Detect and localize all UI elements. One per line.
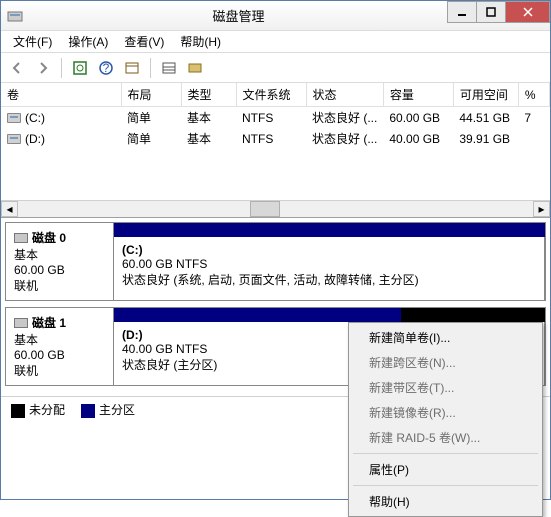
- list-view-icon[interactable]: [159, 58, 179, 78]
- menu-action[interactable]: 操作(A): [60, 31, 116, 52]
- disk-info: 磁盘 0基本60.00 GB联机: [6, 223, 114, 300]
- maximize-button[interactable]: [476, 1, 506, 23]
- scroll-right-button[interactable]: ▸: [533, 201, 550, 217]
- svg-text:?: ?: [103, 61, 110, 75]
- column-header-row: 卷 布局 类型 文件系统 状态 容量 可用空间 %: [1, 83, 550, 107]
- menu-bar: 文件(F) 操作(A) 查看(V) 帮助(H): [1, 31, 550, 53]
- disk-icon: [14, 318, 28, 328]
- close-button[interactable]: [505, 1, 550, 23]
- volume-row[interactable]: (C:)简单基本NTFS状态良好 (...60.00 GB44.51 GB7: [1, 107, 550, 129]
- menu-help[interactable]: 帮助(H): [172, 31, 229, 52]
- menu-item[interactable]: 新建简单卷(I)...: [351, 325, 540, 350]
- forward-button[interactable]: [33, 58, 53, 78]
- menu-item-properties[interactable]: 属性(P): [351, 457, 540, 482]
- menu-file[interactable]: 文件(F): [5, 31, 60, 52]
- col-layout[interactable]: 布局: [121, 83, 181, 107]
- back-button[interactable]: [7, 58, 27, 78]
- disk-row: 磁盘 0基本60.00 GB联机(C:)60.00 GB NTFS状态良好 (系…: [5, 222, 546, 301]
- settings-icon[interactable]: [122, 58, 142, 78]
- window-title: 磁盘管理: [29, 6, 448, 25]
- volume-row[interactable]: (D:)简单基本NTFS状态良好 (...40.00 GB39.91 GB: [1, 128, 550, 149]
- volume-grid: 卷 布局 类型 文件系统 状态 容量 可用空间 % (C:)简单基本NTFS状态…: [1, 83, 550, 218]
- menu-view[interactable]: 查看(V): [116, 31, 172, 52]
- volume-icon: [7, 113, 21, 123]
- scroll-thumb[interactable]: [250, 201, 280, 217]
- col-volume[interactable]: 卷: [1, 83, 121, 107]
- refresh-button[interactable]: [70, 58, 90, 78]
- legend-primary: 主分区: [81, 401, 135, 418]
- disk-icon: [14, 233, 28, 243]
- menu-item: 新建跨区卷(N)...: [351, 350, 540, 375]
- col-type[interactable]: 类型: [181, 83, 236, 107]
- col-pct[interactable]: %: [518, 83, 549, 107]
- disk-view-icon[interactable]: [185, 58, 205, 78]
- title-bar: 磁盘管理: [1, 1, 550, 31]
- scroll-left-button[interactable]: ◂: [1, 201, 18, 217]
- menu-item-help[interactable]: 帮助(H): [351, 489, 540, 514]
- partition-primary[interactable]: (C:)60.00 GB NTFS状态良好 (系统, 启动, 页面文件, 活动,…: [114, 237, 545, 300]
- app-icon: [7, 8, 23, 24]
- help-icon[interactable]: ?: [96, 58, 116, 78]
- toolbar: ?: [1, 53, 550, 83]
- col-capacity[interactable]: 容量: [383, 83, 453, 107]
- volume-icon: [7, 134, 21, 144]
- col-fs[interactable]: 文件系统: [236, 83, 306, 107]
- context-menu: 新建简单卷(I)...新建跨区卷(N)...新建带区卷(T)...新建镜像卷(R…: [348, 322, 543, 517]
- legend-unallocated: 未分配: [11, 401, 65, 418]
- menu-item: 新建镜像卷(R)...: [351, 400, 540, 425]
- menu-item: 新建带区卷(T)...: [351, 375, 540, 400]
- col-status[interactable]: 状态: [306, 83, 383, 107]
- menu-item: 新建 RAID-5 卷(W)...: [351, 425, 540, 450]
- disk-info: 磁盘 1基本60.00 GB联机: [6, 308, 114, 385]
- horizontal-scrollbar[interactable]: ◂ ▸: [1, 200, 550, 217]
- col-free[interactable]: 可用空间: [453, 83, 518, 107]
- minimize-button[interactable]: [447, 1, 477, 23]
